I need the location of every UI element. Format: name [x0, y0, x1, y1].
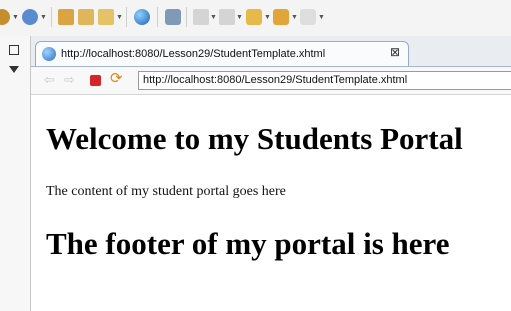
ide-toolbar: ▼ ▼ ▼ ▼ ▼ ▼ ▼ ▼ [0, 0, 511, 36]
globe-icon[interactable] [134, 9, 150, 25]
debug-dropdown-icon[interactable]: ▼ [12, 14, 19, 22]
page-content: Welcome to my Students Portal The conten… [31, 95, 511, 311]
last-edit-dropdown-icon[interactable]: ▼ [264, 14, 271, 22]
pen-dropdown-icon[interactable]: ▼ [116, 14, 123, 22]
pen-icon[interactable] [98, 9, 114, 25]
tab-student-template[interactable]: http://localhost:8080/Lesson29/StudentTe… [35, 41, 409, 66]
back-arrow-icon[interactable]: ⇦ [44, 73, 55, 87]
toolbar-separator [51, 7, 52, 27]
debug-icon[interactable] [0, 9, 10, 25]
next-annotation-dropdown-icon[interactable]: ▼ [210, 14, 217, 22]
page-heading: Welcome to my Students Portal [46, 121, 463, 156]
content-text: The content of my student portal goes he… [46, 184, 286, 199]
close-icon[interactable]: ⊠ [390, 45, 400, 59]
view-menu-icon[interactable] [9, 66, 19, 73]
tab-title: http://localhost:8080/Lesson29/StudentTe… [61, 48, 326, 60]
toolbar-separator [157, 7, 158, 27]
forward-arrow-icon[interactable]: ⇨ [64, 73, 75, 87]
run-dropdown-icon[interactable]: ▼ [40, 14, 47, 22]
globe-icon [42, 47, 56, 61]
stop-icon[interactable] [90, 75, 101, 86]
previous-annotation-dropdown-icon[interactable]: ▼ [236, 14, 243, 22]
back-dropdown-icon[interactable]: ▼ [291, 14, 298, 22]
refresh-icon[interactable]: ⟳ [110, 71, 123, 87]
maximize-icon[interactable] [9, 45, 19, 55]
folder-icon[interactable] [78, 9, 94, 25]
run-icon[interactable] [22, 9, 38, 25]
forward-icon[interactable] [300, 9, 316, 25]
search-icon[interactable] [165, 9, 181, 25]
forward-dropdown-icon[interactable]: ▼ [318, 14, 325, 22]
editor-tab-strip: http://localhost:8080/Lesson29/StudentTe… [31, 36, 511, 67]
previous-annotation-icon[interactable] [219, 9, 235, 25]
browser-nav-bar: ⇦ ⇨ ⟳ http://localhost:8080/Lesson29/Stu… [31, 67, 511, 95]
address-input[interactable]: http://localhost:8080/Lesson29/StudentTe… [138, 71, 511, 90]
toolbar-separator [186, 7, 187, 27]
open-folder-icon[interactable] [58, 9, 74, 25]
back-icon[interactable] [273, 9, 289, 25]
footer-heading: The footer of my portal is here [46, 226, 450, 261]
last-edit-icon[interactable] [246, 9, 262, 25]
toolbar-separator [126, 7, 127, 27]
next-annotation-icon[interactable] [193, 9, 209, 25]
left-view-bar [0, 36, 31, 311]
